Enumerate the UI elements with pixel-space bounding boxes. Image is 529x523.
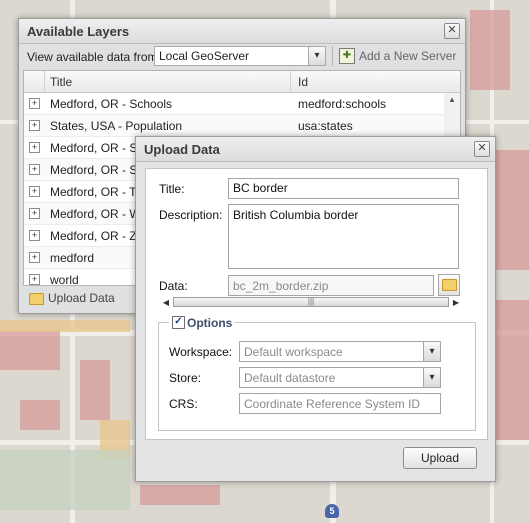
map-zone — [0, 450, 130, 510]
row-title: States, USA - Population — [50, 119, 183, 133]
crs-field[interactable]: Coordinate Reference System ID — [239, 393, 441, 414]
row-title: medford — [50, 251, 95, 265]
row-title: Medford, OR - Ste — [50, 141, 148, 155]
title-value: BC border — [233, 181, 288, 195]
data-label: Data: — [159, 279, 188, 293]
map-zone — [470, 10, 510, 90]
row-title: Medford, OR - Str — [50, 163, 145, 177]
scroll-right-icon[interactable]: ▶ — [451, 296, 461, 309]
add-server-icon: ✚ — [339, 48, 355, 64]
plus-expander-icon[interactable]: + — [29, 274, 40, 285]
plus-expander-icon[interactable]: + — [29, 252, 40, 263]
options-label: Options — [187, 315, 233, 330]
workspace-label: Workspace: — [169, 345, 233, 359]
title-label: Title: — [159, 182, 185, 196]
horizontal-scrollbar[interactable]: ◀ ||| ▶ — [161, 296, 461, 309]
source-value: Local GeoServer — [159, 49, 250, 63]
store-placeholder: Default datastore — [244, 371, 336, 385]
scroll-thumb[interactable]: ||| — [173, 297, 449, 307]
map-zone — [0, 330, 60, 370]
plus-expander-icon[interactable]: + — [29, 142, 40, 153]
map-zone — [0, 320, 130, 332]
row-title: world — [50, 273, 79, 286]
row-title: Medford, OR - Zo — [50, 229, 144, 243]
folder-icon — [29, 292, 44, 305]
column-header-id[interactable]: Id — [298, 75, 308, 89]
crs-label: CRS: — [169, 397, 198, 411]
grid-header: Title Id — [24, 71, 460, 93]
checkbox-checked-icon[interactable]: ✓ — [172, 316, 185, 330]
title-field[interactable]: BC border — [228, 178, 459, 199]
source-select[interactable]: Local GeoServer ▾ — [154, 46, 326, 66]
description-label: Description: — [159, 208, 223, 222]
table-row[interactable]: + States, USA - Population usa:states — [24, 115, 444, 137]
map-zone — [495, 300, 529, 440]
scroll-track[interactable]: ||| — [173, 297, 449, 307]
add-server-label: Add a New Server — [359, 49, 457, 63]
expander-column-header — [24, 71, 45, 92]
scroll-left-icon[interactable]: ◀ — [161, 296, 171, 309]
store-select[interactable]: Default datastore ▾ — [239, 367, 441, 388]
map-zone — [140, 485, 220, 505]
row-title: Medford, OR - We — [50, 207, 148, 221]
plus-expander-icon[interactable]: + — [29, 164, 40, 175]
row-id: medford:schools — [298, 97, 387, 111]
upload-data-button[interactable]: Upload Data — [29, 291, 115, 305]
layers-toolbar: View available data from: Local GeoServe… — [23, 44, 459, 68]
upload-form: Title: BC border Description: British Co… — [145, 168, 488, 440]
close-icon[interactable]: ✕ — [444, 23, 460, 39]
chevron-down-icon[interactable]: ▾ — [423, 342, 440, 361]
workspace-placeholder: Default workspace — [244, 345, 343, 359]
chevron-down-icon[interactable]: ▾ — [308, 47, 325, 65]
browse-button[interactable] — [438, 274, 460, 296]
row-id: usa:states — [298, 119, 353, 133]
upload-button[interactable]: Upload — [403, 447, 477, 469]
chevron-down-icon[interactable]: ▾ — [423, 368, 440, 387]
column-separator — [290, 71, 291, 92]
options-legend[interactable]: ✓ Options — [169, 315, 236, 330]
upload-data-window[interactable]: Upload Data ✕ Title: BC border Descripti… — [135, 136, 496, 482]
store-label: Store: — [169, 371, 202, 385]
column-header-title[interactable]: Title — [50, 75, 72, 89]
window-title: Upload Data — [144, 142, 220, 157]
plus-expander-icon[interactable]: + — [29, 98, 40, 109]
row-title: Medford, OR - Schools — [50, 97, 173, 111]
close-icon[interactable]: ✕ — [474, 141, 490, 157]
options-fieldset: ✓ Options Workspace: Default workspace ▾ … — [158, 315, 476, 431]
table-row[interactable]: + Medford, OR - Schools medford:schools — [24, 93, 444, 115]
plus-expander-icon[interactable]: + — [29, 230, 40, 241]
window-title: Available Layers — [27, 24, 130, 39]
window-header[interactable]: Upload Data ✕ — [136, 137, 495, 162]
source-label: View available data from: — [27, 50, 161, 64]
folder-icon — [441, 279, 457, 291]
route-shield: 5 — [325, 504, 339, 518]
data-file-field[interactable]: bc_2m_border.zip — [228, 275, 434, 296]
upload-data-label: Upload Data — [48, 291, 115, 305]
map-zone — [20, 400, 60, 430]
plus-expander-icon[interactable]: + — [29, 208, 40, 219]
map-zone — [494, 150, 529, 270]
row-title: Medford, OR - Ta — [50, 185, 142, 199]
data-file-value: bc_2m_border.zip — [233, 279, 329, 293]
description-value: British Columbia border — [233, 208, 359, 222]
toolbar-separator — [332, 46, 333, 66]
plus-expander-icon[interactable]: + — [29, 120, 40, 131]
plus-expander-icon[interactable]: + — [29, 186, 40, 197]
description-field[interactable]: British Columbia border — [228, 204, 459, 269]
workspace-select[interactable]: Default workspace ▾ — [239, 341, 441, 362]
window-header[interactable]: Available Layers ✕ — [19, 19, 465, 44]
crs-placeholder: Coordinate Reference System ID — [244, 397, 421, 411]
scroll-up-icon[interactable]: ▲ — [444, 95, 460, 107]
map-zone — [80, 360, 110, 420]
